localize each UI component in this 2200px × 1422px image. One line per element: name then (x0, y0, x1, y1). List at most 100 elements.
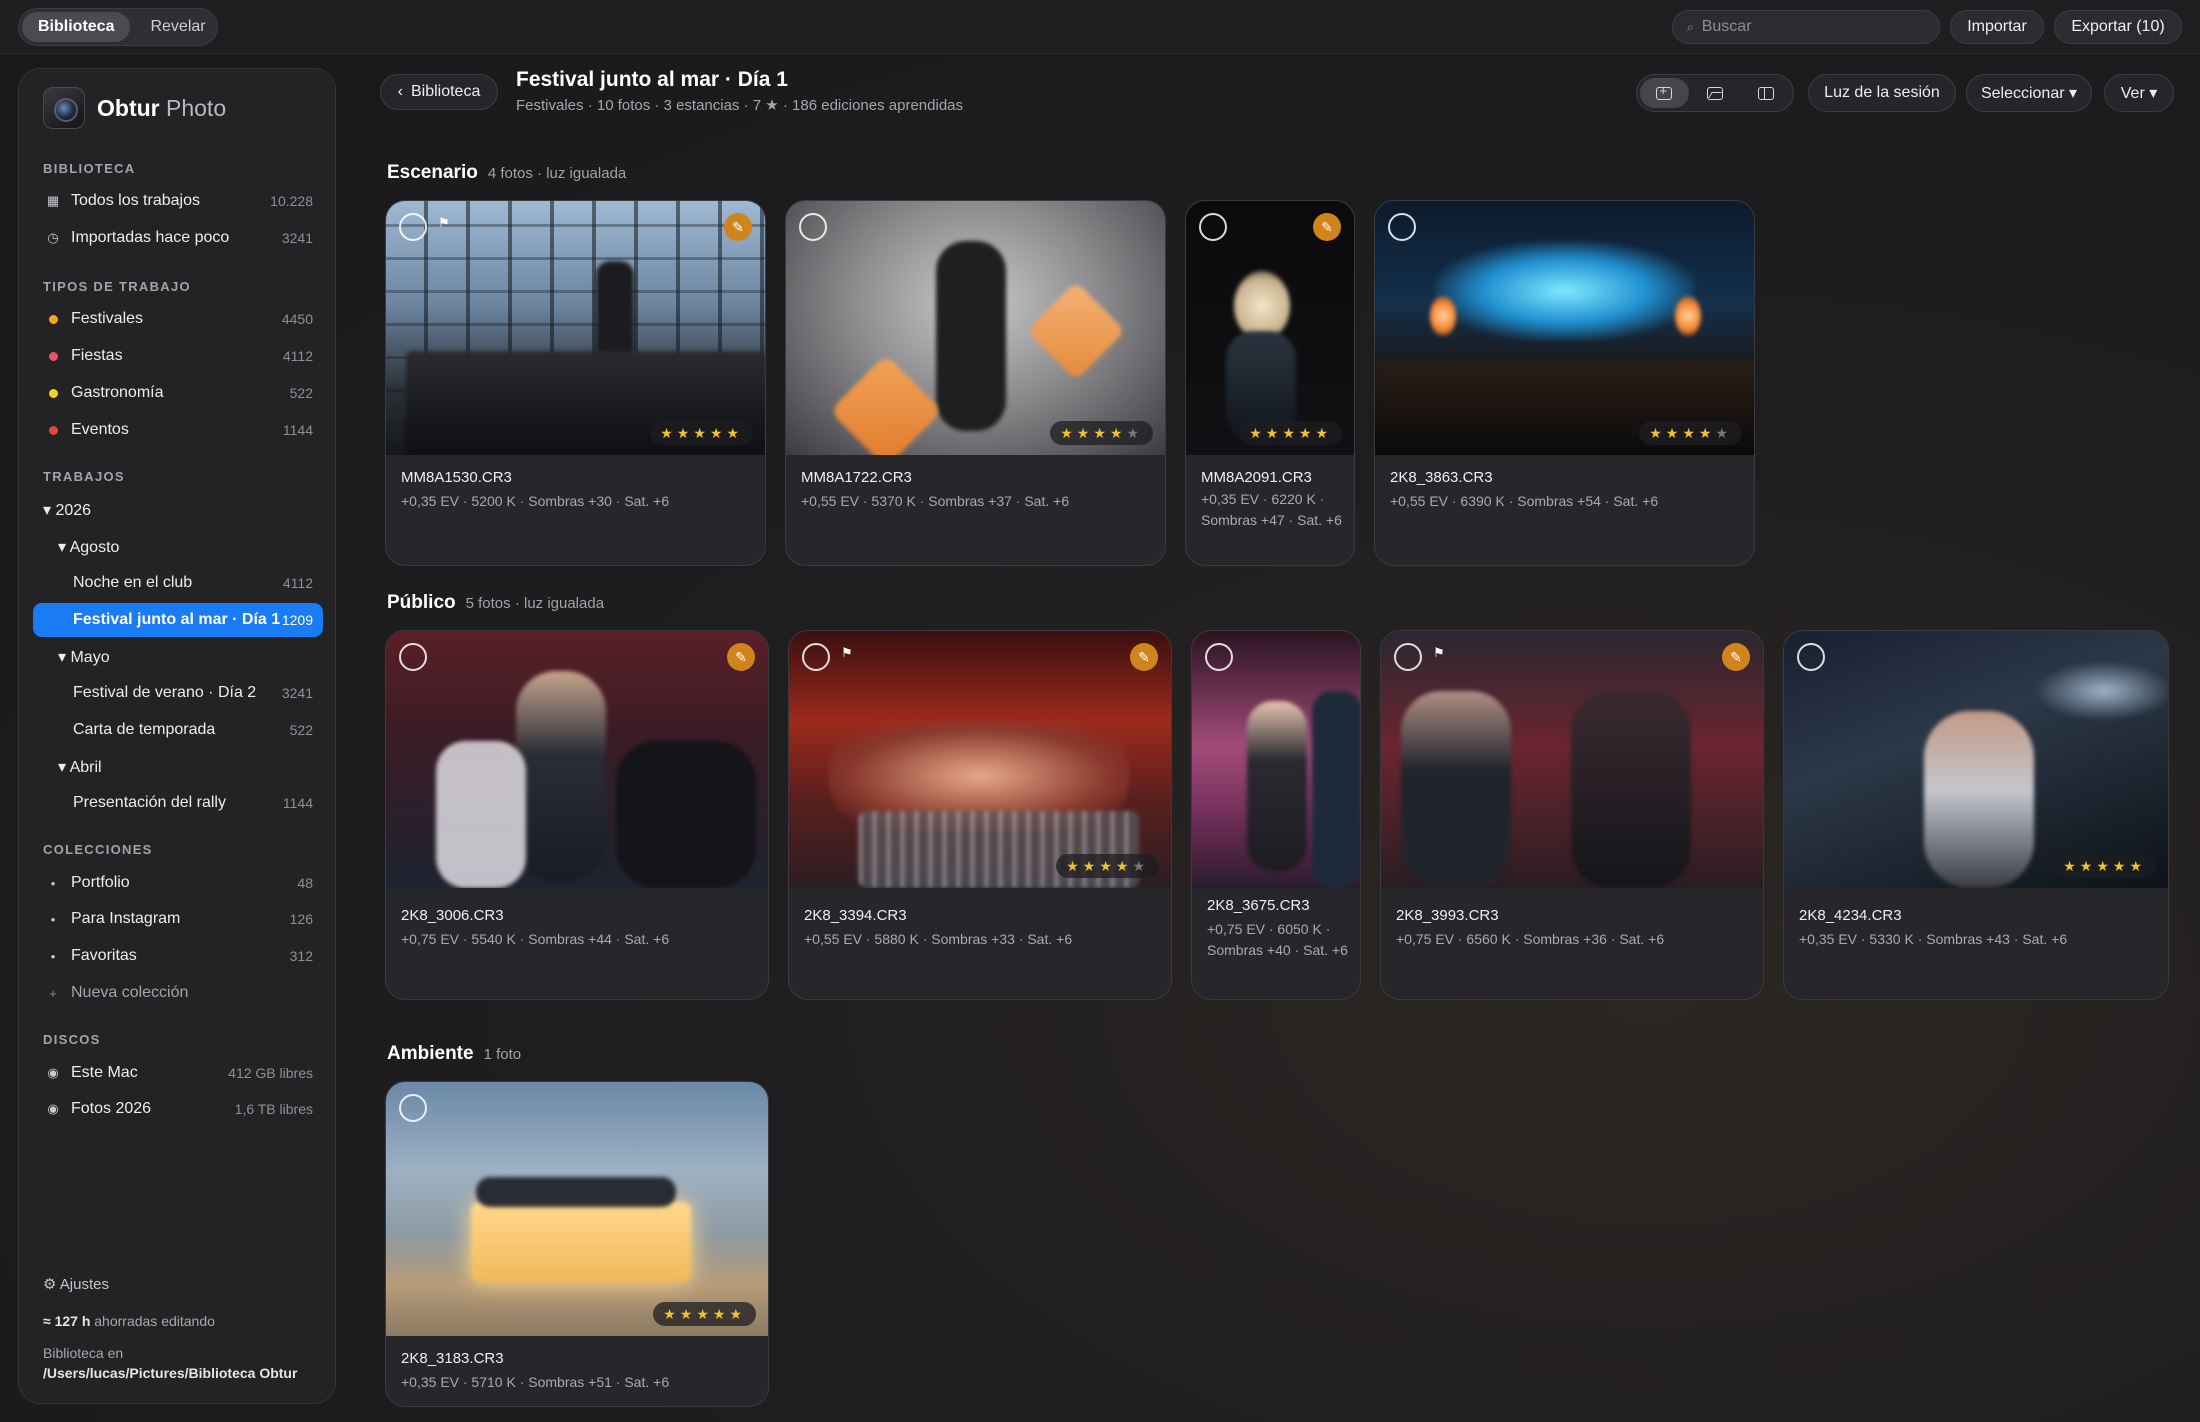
sidebar-item-carta-de-temporada[interactable]: Carta de temporada 522 (33, 713, 323, 747)
search-input[interactable]: ⌕ Buscar (1672, 10, 1940, 44)
photo-thumbnail[interactable]: ★★★★★ (786, 201, 1165, 455)
edit-meta: +0,35 EV · 5330 K · Sombras +43 · Sat. +… (1799, 931, 2068, 947)
compare-view-button[interactable] (1741, 78, 1790, 108)
file-name: 2K8_4234.CR3 (1799, 907, 1902, 924)
star-rating[interactable]: ★★★★★ (650, 421, 753, 445)
select-checkbox[interactable] (1394, 643, 1422, 671)
photo-card[interactable]: ⚑ ✎ ★★★★ ★ 2K8_3394.CR3 +0,55 EV · 5880 K… (788, 630, 1172, 1000)
sidebar-item-portfolio[interactable]: • Portfolio 48 (33, 866, 323, 900)
sidebar-item-year-2026[interactable]: ▾ 2026 (33, 493, 323, 527)
sidebar-item-month-mayo[interactable]: ▾ Mayo (33, 640, 323, 674)
gear-icon: ⚙ (43, 1276, 57, 1293)
import-button[interactable]: Importar (1950, 10, 2044, 44)
bullet-icon: • (50, 875, 56, 891)
sidebar-item-gastronomia[interactable]: Gastronomía 522 (33, 376, 323, 410)
photo-thumbnail[interactable]: ⚑ ✎ ★★★★★ (386, 201, 765, 455)
plus-icon: + (49, 985, 57, 1001)
sidebar-item-month-agosto[interactable]: ▾ Agosto (33, 530, 323, 564)
flag-icon: ⚑ (841, 645, 853, 660)
page-subtitle: Festivales · 10 fotos · 3 estancias · 7 … (516, 97, 964, 114)
sidebar-item-festival-junto-al-mar[interactable]: Festival junto al mar · Día 1 1209 (33, 603, 323, 637)
photo-card[interactable]: 2K8_3675.CR3 +0,75 EV · 6050 K · Sombras… (1191, 630, 1361, 1000)
section-label-library: BIBLIOTECA (43, 161, 136, 176)
sidebar-item-recent-imports[interactable]: ◷ Importadas hace poco 3241 (33, 221, 323, 255)
sidebar-item-eventos[interactable]: Eventos 1144 (33, 413, 323, 447)
back-to-library-button[interactable]: ‹ Biblioteca (380, 74, 498, 110)
select-checkbox[interactable] (399, 1094, 427, 1122)
sidebar-item-fiestas[interactable]: Fiestas 4112 (33, 339, 323, 373)
star-rating[interactable]: ★★★★★ (1239, 421, 1342, 445)
photo-card[interactable]: ✎ 2K8_3006.CR3 +0,75 EV · 5540 K · Sombr… (385, 630, 769, 1000)
new-collection-button[interactable]: + Nueva colección (33, 976, 323, 1010)
edit-meta: +0,35 EV · 5200 K · Sombras +30 · Sat. +… (401, 493, 670, 509)
photo-card[interactable]: ⚑ ✎ ★★★★★ MM8A1530.CR3 +0,35 EV · 5200 K… (385, 200, 766, 566)
sidebar-item-noche-en-el-club[interactable]: Noche en el club 4112 (33, 566, 323, 600)
star-rating[interactable]: ★★★★★ (2053, 854, 2156, 878)
library-path-label: Biblioteca en (43, 1345, 124, 1361)
star-rating[interactable]: ★★★★★ (1639, 421, 1742, 445)
select-checkbox[interactable] (1205, 643, 1233, 671)
bullet-icon: • (50, 948, 56, 964)
select-checkbox[interactable] (1388, 213, 1416, 241)
sidebar-item-favoritas[interactable]: • Favoritas 312 (33, 939, 323, 973)
split-view-icon (1757, 86, 1774, 100)
select-checkbox[interactable] (1199, 213, 1227, 241)
section-title-ambiente: Ambiente 1 foto (387, 1043, 522, 1064)
sidebar-item-all-jobs[interactable]: ▦ Todos los trabajos 10.228 (33, 184, 323, 218)
photo-card[interactable]: ★★★★★ 2K8_3183.CR3 +0,35 EV · 5710 K · S… (385, 1081, 769, 1407)
pink-dot-icon (48, 351, 58, 361)
sidebar-item-presentacion-del-rally[interactable]: Presentación del rally 1144 (33, 786, 323, 820)
section-label-disks: DISCOS (43, 1032, 101, 1047)
sidebar-item-para-instagram[interactable]: • Para Instagram 126 (33, 902, 323, 936)
sidebar-item-festival-de-verano[interactable]: Festival de verano · Día 2 3241 (33, 676, 323, 710)
clock-icon: ◷ (47, 230, 59, 245)
image-view-icon (1707, 86, 1723, 100)
photo-thumbnail[interactable]: ✎ (386, 631, 768, 888)
edit-meta: +0,75 EV · 6560 K · Sombras +36 · Sat. +… (1396, 931, 1665, 947)
single-view-button[interactable] (1691, 78, 1740, 108)
select-checkbox[interactable] (399, 213, 427, 241)
file-name: 2K8_3006.CR3 (401, 907, 504, 924)
grid-view-icon (1656, 83, 1673, 100)
select-checkbox[interactable] (802, 643, 830, 671)
photo-thumbnail[interactable]: ★★★★★ (386, 1082, 768, 1336)
pencil-icon: ✎ (1722, 643, 1750, 671)
view-menu-button[interactable]: Ver ▾ (2104, 74, 2174, 112)
photo-card[interactable]: ★★★★ ★ MM8A1722.CR3 +0,55 EV · 5370 K · S… (785, 200, 1166, 566)
photo-card[interactable]: ✎ ★★★★★ MM8A2091.CR3 +0,35 EV · 6220 K ·… (1185, 200, 1355, 566)
select-checkbox[interactable] (399, 643, 427, 671)
star-rating[interactable]: ★★★★★ (653, 1302, 756, 1326)
star-rating[interactable]: ★★★★★ (1056, 854, 1159, 878)
photo-thumbnail[interactable]: ★★★★★ (1784, 631, 2168, 888)
flag-icon: ⚑ (1433, 645, 1445, 660)
file-name: 2K8_3183.CR3 (401, 1350, 504, 1367)
grid-view-button[interactable] (1640, 78, 1689, 108)
view-mode-switcher (1636, 74, 1794, 112)
edit-meta: +0,55 EV · 5880 K · Sombras +33 · Sat. +… (804, 931, 1073, 947)
photo-thumbnail[interactable] (1192, 631, 1360, 888)
photo-card[interactable]: ★★★★★ 2K8_4234.CR3 +0,35 EV · 5330 K · S… (1783, 630, 2169, 1000)
photo-thumbnail[interactable]: ✎ ★★★★★ (1186, 201, 1354, 455)
tab-biblioteca[interactable]: Biblioteca (22, 12, 131, 42)
disk-icon: ◉ (47, 1101, 59, 1116)
edit-meta: +0,75 EV · 6050 K · Sombras +40 · Sat. +… (1207, 921, 1348, 958)
settings-button[interactable]: ⚙ Ajustes (43, 1275, 109, 1293)
session-light-button[interactable]: Luz de la sesión (1808, 74, 1956, 112)
tab-revelar[interactable]: Revelar (134, 12, 221, 42)
sidebar-item-este-mac[interactable]: ◉ Este Mac 412 GB libres (33, 1056, 323, 1090)
select-checkbox[interactable] (1797, 643, 1825, 671)
star-rating[interactable]: ★★★★★ (1050, 421, 1153, 445)
photo-card[interactable]: ★★★★ ★ 2K8_3863.CR3 +0,55 EV · 6390 K · S… (1374, 200, 1755, 566)
sidebar-item-fotos-2026[interactable]: ◉ Fotos 2026 1,6 TB libres (33, 1092, 323, 1126)
sidebar-item-month-abril[interactable]: ▾ Abril (33, 750, 323, 784)
top-bar: Biblioteca Revelar ⌕ Buscar Importar Exp… (0, 0, 2200, 54)
select-menu-button[interactable]: Seleccionar ▾ (1966, 74, 2092, 112)
select-checkbox[interactable] (799, 213, 827, 241)
photo-card[interactable]: ⚑ ✎ 2K8_3993.CR3 +0,75 EV · 6560 K · Som… (1380, 630, 1764, 1000)
photo-thumbnail[interactable]: ⚑ ✎ ★★★★★ (789, 631, 1171, 888)
sidebar-item-festivales[interactable]: Festivales 4450 (33, 302, 323, 336)
grid-icon: ▦ (46, 193, 60, 208)
export-button[interactable]: Exportar (10) (2054, 10, 2182, 44)
photo-thumbnail[interactable]: ⚑ ✎ (1381, 631, 1763, 888)
photo-thumbnail[interactable]: ★★★★★ (1375, 201, 1754, 455)
